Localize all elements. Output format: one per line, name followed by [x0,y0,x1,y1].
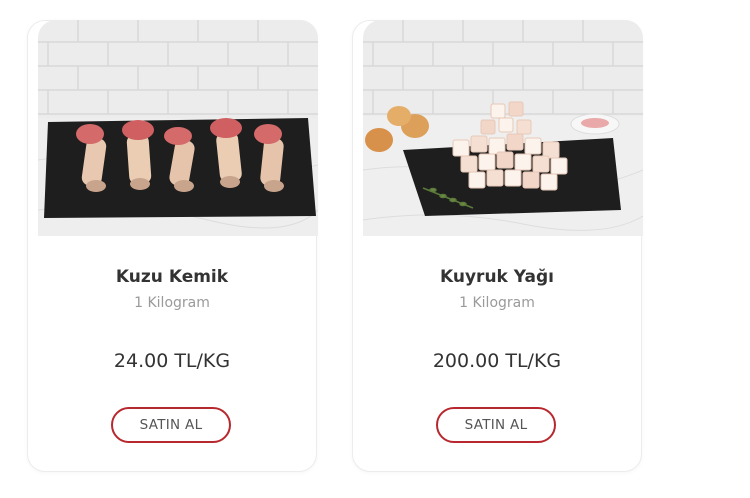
product-image[interactable] [38,20,318,236]
product-title[interactable]: Kuzu Kemik [28,267,316,287]
product-unit: 1 Kilogram [459,295,535,311]
product-card[interactable]: Kuzu Kemik 1 Kilogram 24.00 TL/KG SATIN … [27,20,318,472]
product-title[interactable]: Kuyruk Yağı [353,267,641,287]
product-price: 200.00 TL/KG [432,350,562,372]
buy-button[interactable]: SATIN AL [436,407,556,443]
buy-button[interactable]: SATIN AL [111,407,231,443]
product-image[interactable] [363,20,643,236]
product-card[interactable]: Kuyruk Yağı 1 Kilogram 200.00 TL/KG SATI… [352,20,643,472]
product-price: 24.00 TL/KG [113,350,231,372]
product-unit: 1 Kilogram [134,295,210,311]
